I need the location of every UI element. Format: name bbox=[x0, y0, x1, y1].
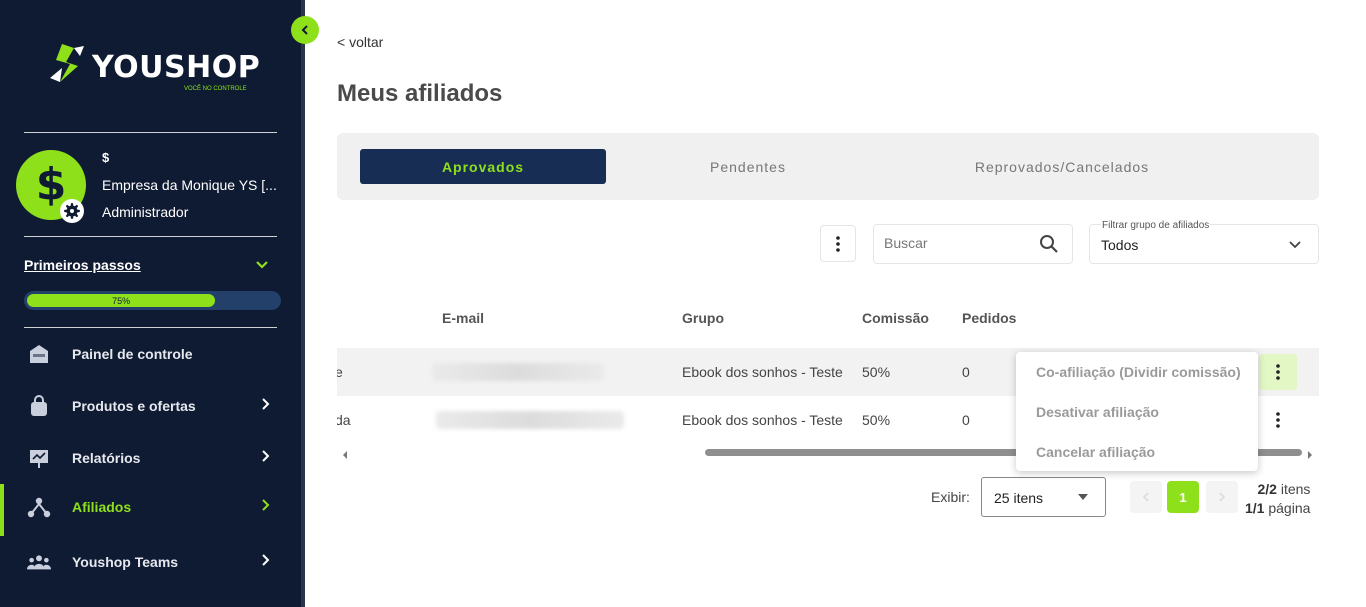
group-filter-select[interactable]: Filtrar grupo de afiliados Todos bbox=[1089, 220, 1319, 264]
email-redacted bbox=[436, 411, 624, 429]
items-word: itens bbox=[1280, 481, 1311, 497]
user-company: Empresa da Monique YS [... bbox=[102, 177, 277, 193]
scroll-right-arrow[interactable] bbox=[1306, 447, 1314, 465]
pagination-info: 2/2 itens 1/1 página bbox=[1245, 480, 1310, 518]
nav-item-teams[interactable]: Youshop Teams bbox=[0, 539, 301, 585]
chevron-left-icon bbox=[301, 25, 308, 35]
page-title: Meus afiliados bbox=[337, 80, 503, 107]
tab-aprovados[interactable]: Aprovados bbox=[360, 149, 606, 184]
group-cell: Ebook dos sonhos - Teste bbox=[682, 364, 843, 380]
affiliates-icon bbox=[27, 495, 51, 519]
nav-item-afiliados[interactable]: Afiliados bbox=[0, 484, 301, 536]
progress-fill: 75% bbox=[27, 294, 216, 307]
scroll-left-arrow[interactable] bbox=[341, 447, 349, 465]
pages-word: página bbox=[1268, 500, 1311, 516]
name-cell: e bbox=[337, 364, 343, 380]
chevron-right-icon bbox=[258, 553, 272, 572]
column-header: Pedidos bbox=[962, 310, 1017, 326]
user-name: $ bbox=[102, 150, 110, 165]
main-content: < voltar Meus afiliados Aprovados Penden… bbox=[305, 0, 1366, 607]
bag-icon bbox=[27, 394, 51, 418]
divider bbox=[24, 132, 277, 133]
pages-count: 1/1 bbox=[1245, 500, 1265, 516]
column-header: Comissão bbox=[862, 310, 929, 326]
kebab-icon bbox=[1276, 412, 1280, 428]
user-role: Administrador bbox=[102, 204, 189, 220]
row-actions-menu: Co-afiliação (Dividir comissão) Desativa… bbox=[1016, 352, 1258, 471]
home-icon bbox=[27, 342, 51, 366]
logo-text: YOUSHOP bbox=[92, 49, 261, 85]
back-link[interactable]: < voltar bbox=[337, 34, 383, 50]
nav-label: Youshop Teams bbox=[72, 554, 179, 570]
group-cell: Ebook dos sonhos - Teste bbox=[682, 412, 843, 428]
column-header: E-mail bbox=[442, 310, 485, 326]
tab-reprovados[interactable]: Reprovados/Cancelados bbox=[917, 149, 1207, 184]
chevron-right-icon bbox=[258, 449, 272, 468]
page-size-select[interactable]: 25 itens bbox=[981, 477, 1106, 517]
team-icon bbox=[27, 550, 51, 574]
items-count: 2/2 bbox=[1257, 481, 1277, 497]
logo-tagline: VOCÊ NO CONTROLE bbox=[184, 86, 247, 92]
chevron-down-icon bbox=[1288, 237, 1302, 256]
commission-cell: 50% bbox=[862, 364, 891, 380]
caret-down-icon bbox=[1078, 494, 1088, 500]
gear-icon[interactable] bbox=[60, 199, 84, 223]
divider bbox=[24, 236, 277, 237]
nav-label: Afiliados bbox=[72, 499, 132, 515]
email-redacted bbox=[432, 363, 604, 381]
more-options-button[interactable] bbox=[820, 225, 856, 262]
page-size-label: Exibir: bbox=[931, 489, 970, 505]
nav-item-produtos[interactable]: Produtos e ofertas bbox=[0, 383, 301, 429]
nav-label: Painel de controle bbox=[72, 346, 193, 362]
kebab-icon bbox=[1276, 364, 1280, 380]
first-steps-progress: 75% bbox=[24, 291, 281, 310]
first-steps-title[interactable]: Primeiros passos bbox=[24, 257, 141, 273]
divider bbox=[24, 327, 277, 328]
logo-s-icon bbox=[50, 44, 84, 82]
nav-item-relatorios[interactable]: Relatórios bbox=[0, 435, 301, 481]
page-size-value: 25 itens bbox=[994, 490, 1044, 506]
commission-cell: 50% bbox=[862, 412, 891, 428]
chevron-left-icon bbox=[1142, 492, 1149, 502]
menu-item-coafiliacao[interactable]: Co-afiliação (Dividir comissão) bbox=[1036, 364, 1241, 380]
nav-item-painel[interactable]: Painel de controle bbox=[0, 331, 301, 377]
tabs-bar: Aprovados Pendentes Reprovados/Cancelado… bbox=[337, 133, 1319, 200]
page-button-1[interactable]: 1 bbox=[1167, 481, 1199, 513]
chevron-right-icon bbox=[1219, 492, 1226, 502]
menu-item-cancelar[interactable]: Cancelar afiliação bbox=[1036, 444, 1155, 460]
table-header: E-mail Grupo Comissão Pedidos bbox=[337, 288, 1319, 348]
orders-cell: 0 bbox=[962, 412, 970, 428]
row-actions-button[interactable] bbox=[1259, 402, 1297, 438]
youshop-logo[interactable]: YOUSHOP VOCÊ NO CONTROLE bbox=[48, 42, 260, 92]
chevron-right-icon bbox=[258, 397, 272, 416]
search-icon[interactable] bbox=[1039, 234, 1059, 259]
chevron-right-icon bbox=[258, 498, 272, 517]
row-actions-button[interactable] bbox=[1259, 354, 1297, 390]
name-cell: da bbox=[337, 412, 351, 428]
report-icon bbox=[27, 446, 51, 470]
search-box[interactable] bbox=[873, 224, 1073, 264]
sidebar: YOUSHOP VOCÊ NO CONTROLE $ $ Empresa da … bbox=[0, 0, 301, 607]
orders-cell: 0 bbox=[962, 364, 970, 380]
menu-item-desativar[interactable]: Desativar afiliação bbox=[1036, 404, 1159, 420]
search-input[interactable] bbox=[884, 235, 1034, 251]
dollar-icon: $ bbox=[35, 159, 67, 210]
nav-label: Relatórios bbox=[72, 450, 141, 466]
collapse-sidebar-button[interactable] bbox=[291, 16, 319, 44]
filter-value: Todos bbox=[1101, 237, 1139, 253]
kebab-icon bbox=[836, 235, 840, 252]
prev-page-button[interactable] bbox=[1130, 481, 1162, 513]
column-header: Grupo bbox=[682, 310, 724, 326]
nav-label: Produtos e ofertas bbox=[72, 398, 196, 414]
tab-pendentes[interactable]: Pendentes bbox=[637, 149, 859, 184]
progress-label: 75% bbox=[112, 295, 131, 306]
next-page-button[interactable] bbox=[1206, 481, 1238, 513]
filter-label: Filtrar grupo de afiliados bbox=[1101, 220, 1211, 231]
chevron-down-icon[interactable] bbox=[254, 256, 270, 277]
